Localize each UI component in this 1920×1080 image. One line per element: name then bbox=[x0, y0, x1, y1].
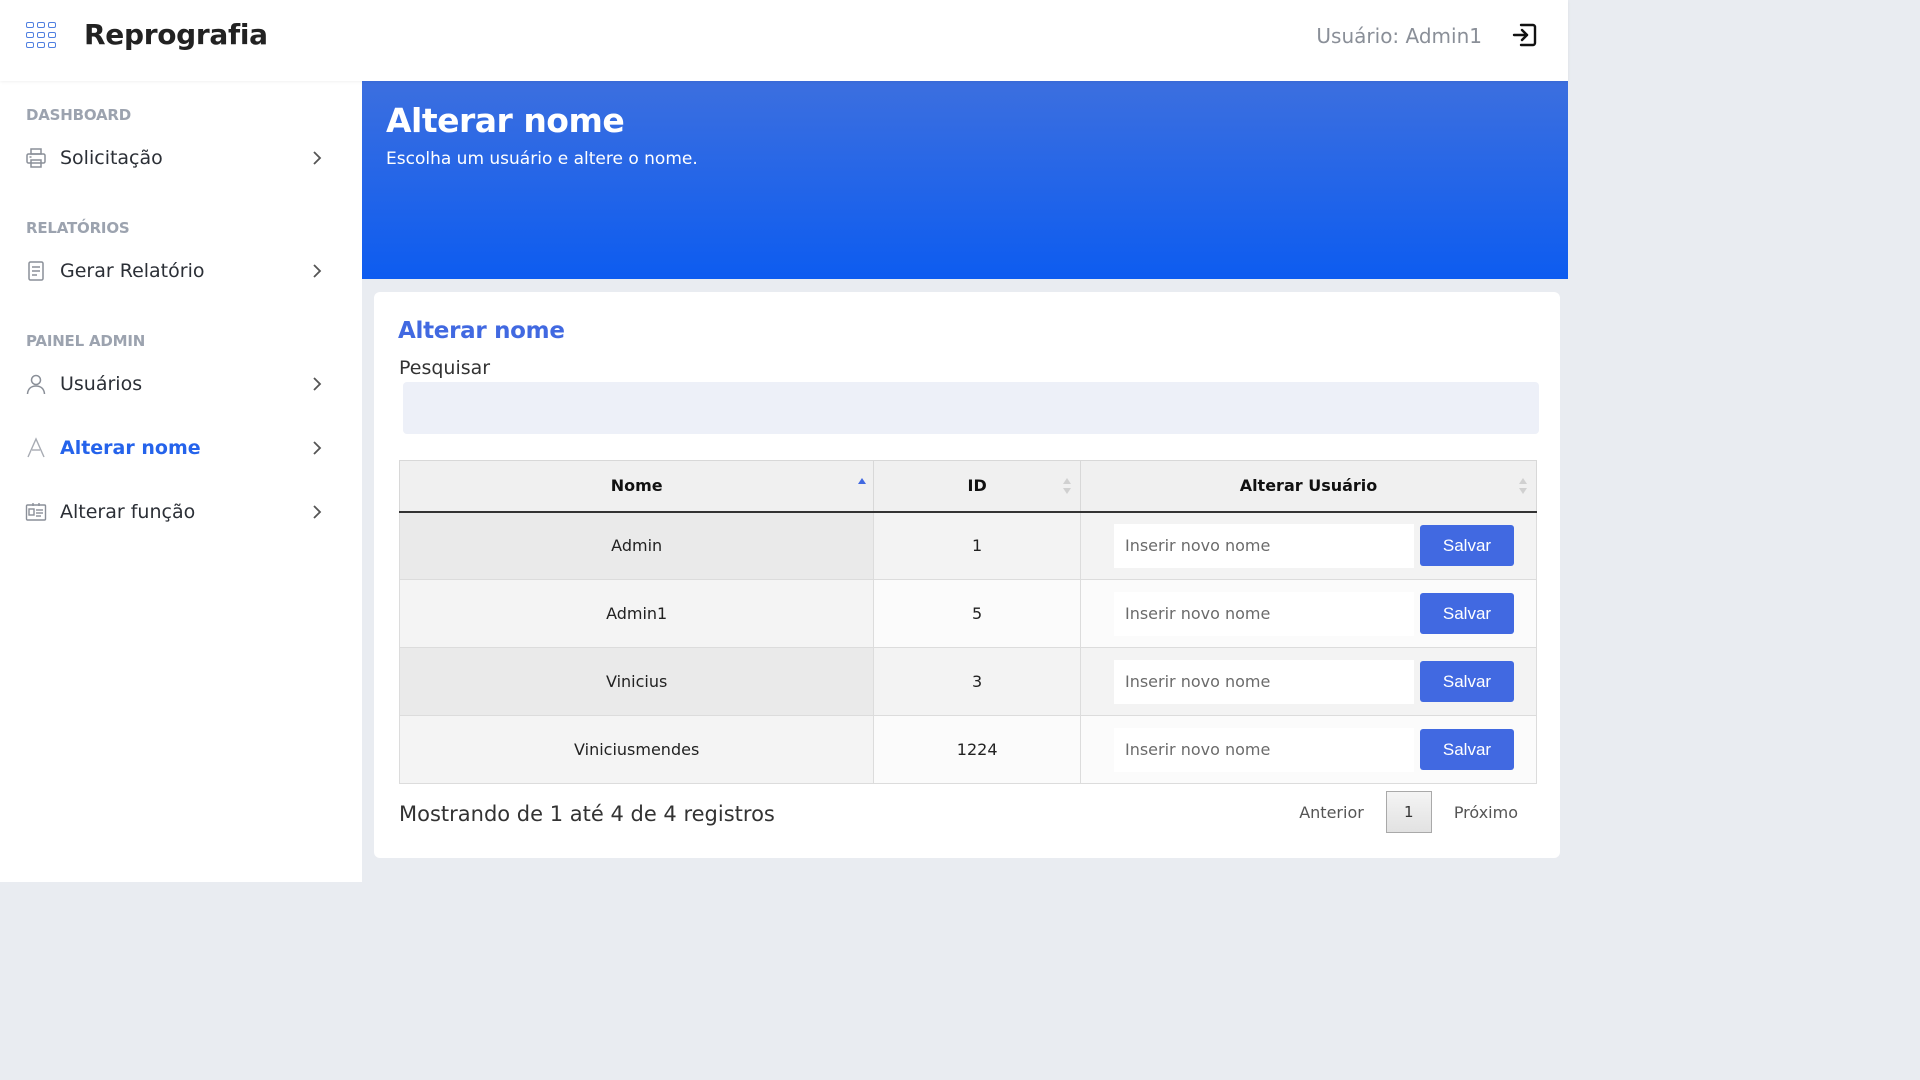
sidebar-item-usuarios[interactable]: Usuários bbox=[24, 366, 324, 402]
new-name-input[interactable] bbox=[1113, 523, 1414, 568]
sort-asc-icon bbox=[858, 478, 867, 484]
table-row: Admin 1 Salvar bbox=[398, 511, 1538, 580]
sidebar-item-gerar-relatorio[interactable]: Gerar Relatório bbox=[24, 253, 324, 289]
page-header-banner: Alterar nome Escolha um usuário e altere… bbox=[362, 81, 1568, 279]
cell-id: 5 bbox=[873, 579, 1081, 648]
search-input[interactable] bbox=[403, 382, 1539, 434]
sort-icon bbox=[1519, 478, 1527, 494]
id-card-icon bbox=[24, 500, 48, 524]
save-button[interactable]: Salvar bbox=[1419, 729, 1514, 770]
table-row: Viniciusmendes 1224 Salvar bbox=[398, 715, 1538, 784]
sidebar: DASHBOARD Solicitação RELATÓRIOS Gerar R… bbox=[0, 81, 362, 882]
pagination-previous[interactable]: Anterior bbox=[1299, 803, 1364, 822]
table-row: Admin1 5 Salvar bbox=[398, 579, 1538, 648]
printer-icon bbox=[24, 146, 48, 170]
top-bar: Reprografia Usuário: Admin1 bbox=[0, 0, 1568, 81]
new-name-input[interactable] bbox=[1113, 727, 1414, 772]
search-label: Pesquisar bbox=[399, 357, 491, 379]
sidebar-item-label: Alterar nome bbox=[60, 437, 201, 459]
logout-icon[interactable] bbox=[1510, 20, 1540, 50]
chevron-right-icon bbox=[313, 505, 322, 519]
cell-actions: Salvar bbox=[1079, 579, 1538, 648]
sort-icon bbox=[1062, 478, 1071, 494]
report-icon bbox=[24, 259, 48, 283]
new-name-input[interactable] bbox=[1113, 591, 1414, 636]
sidebar-item-alterar-nome[interactable]: Alterar nome bbox=[24, 430, 324, 466]
card-title: Alterar nome bbox=[398, 318, 565, 344]
chevron-right-icon bbox=[313, 264, 322, 278]
cell-id: 3 bbox=[873, 647, 1081, 716]
save-button[interactable]: Salvar bbox=[1419, 661, 1514, 702]
current-user-label: Usuário: Admin1 bbox=[1316, 24, 1482, 48]
page-title: Alterar nome bbox=[386, 101, 625, 140]
sidebar-item-label: Usuários bbox=[60, 373, 143, 395]
column-header-label: ID bbox=[967, 476, 987, 496]
section-title-relatorios: RELATÓRIOS bbox=[26, 219, 130, 237]
page-subtitle: Escolha um usuário e altere o nome. bbox=[386, 149, 698, 169]
cell-name: Admin1 bbox=[398, 579, 875, 648]
new-name-input[interactable] bbox=[1113, 659, 1414, 704]
apps-grid-icon[interactable] bbox=[26, 22, 58, 50]
pagination-page-button[interactable]: 1 bbox=[1385, 791, 1432, 833]
cell-name: Viniciusmendes bbox=[398, 715, 875, 784]
save-button[interactable]: Salvar bbox=[1419, 593, 1514, 634]
column-header-id[interactable]: ID bbox=[873, 460, 1081, 513]
table-row: Vinicius 3 Salvar bbox=[398, 647, 1538, 716]
user-icon bbox=[24, 372, 48, 396]
users-table: Nome ID Alterar Usuário Admin 1 Inserir … bbox=[398, 460, 1538, 784]
cell-name: Vinicius bbox=[398, 647, 875, 716]
sidebar-item-label: Gerar Relatório bbox=[60, 260, 205, 282]
chevron-right-icon bbox=[313, 151, 322, 165]
chevron-right-icon bbox=[313, 377, 322, 391]
section-title-dashboard: DASHBOARD bbox=[26, 106, 132, 124]
cell-actions: Salvar bbox=[1079, 715, 1538, 784]
cell-actions: Salvar bbox=[1079, 511, 1538, 580]
section-title-painel-admin: PAINEL ADMIN bbox=[26, 332, 146, 350]
pagination: Anterior 1 Próximo bbox=[1299, 791, 1518, 833]
letter-a-icon bbox=[24, 436, 48, 460]
sidebar-item-solicitacao[interactable]: Solicitação bbox=[24, 140, 324, 176]
cell-id: 1 bbox=[873, 511, 1081, 580]
table-info: Mostrando de 1 até 4 de 4 registros bbox=[399, 802, 775, 826]
column-header-nome[interactable]: Nome bbox=[398, 460, 875, 513]
sidebar-item-alterar-funcao[interactable]: Alterar função bbox=[24, 494, 324, 530]
column-header-alterar-usuario[interactable]: Alterar Usuário bbox=[1079, 460, 1538, 513]
cell-name: Admin bbox=[398, 511, 875, 580]
cell-actions: Salvar bbox=[1079, 647, 1538, 716]
app-title: Reprografia bbox=[84, 18, 268, 51]
sidebar-item-label: Alterar função bbox=[60, 501, 196, 523]
sidebar-item-label: Solicitação bbox=[60, 147, 163, 169]
column-header-label: Nome bbox=[610, 476, 663, 496]
column-header-label: Alterar Usuário bbox=[1239, 476, 1378, 496]
cell-id: 1224 bbox=[873, 715, 1081, 784]
content-card: Alterar nome Pesquisar Nome ID Alterar U… bbox=[374, 292, 1560, 858]
pagination-next[interactable]: Próximo bbox=[1454, 803, 1518, 822]
chevron-right-icon bbox=[313, 441, 322, 455]
save-button[interactable]: Salvar bbox=[1419, 525, 1514, 567]
